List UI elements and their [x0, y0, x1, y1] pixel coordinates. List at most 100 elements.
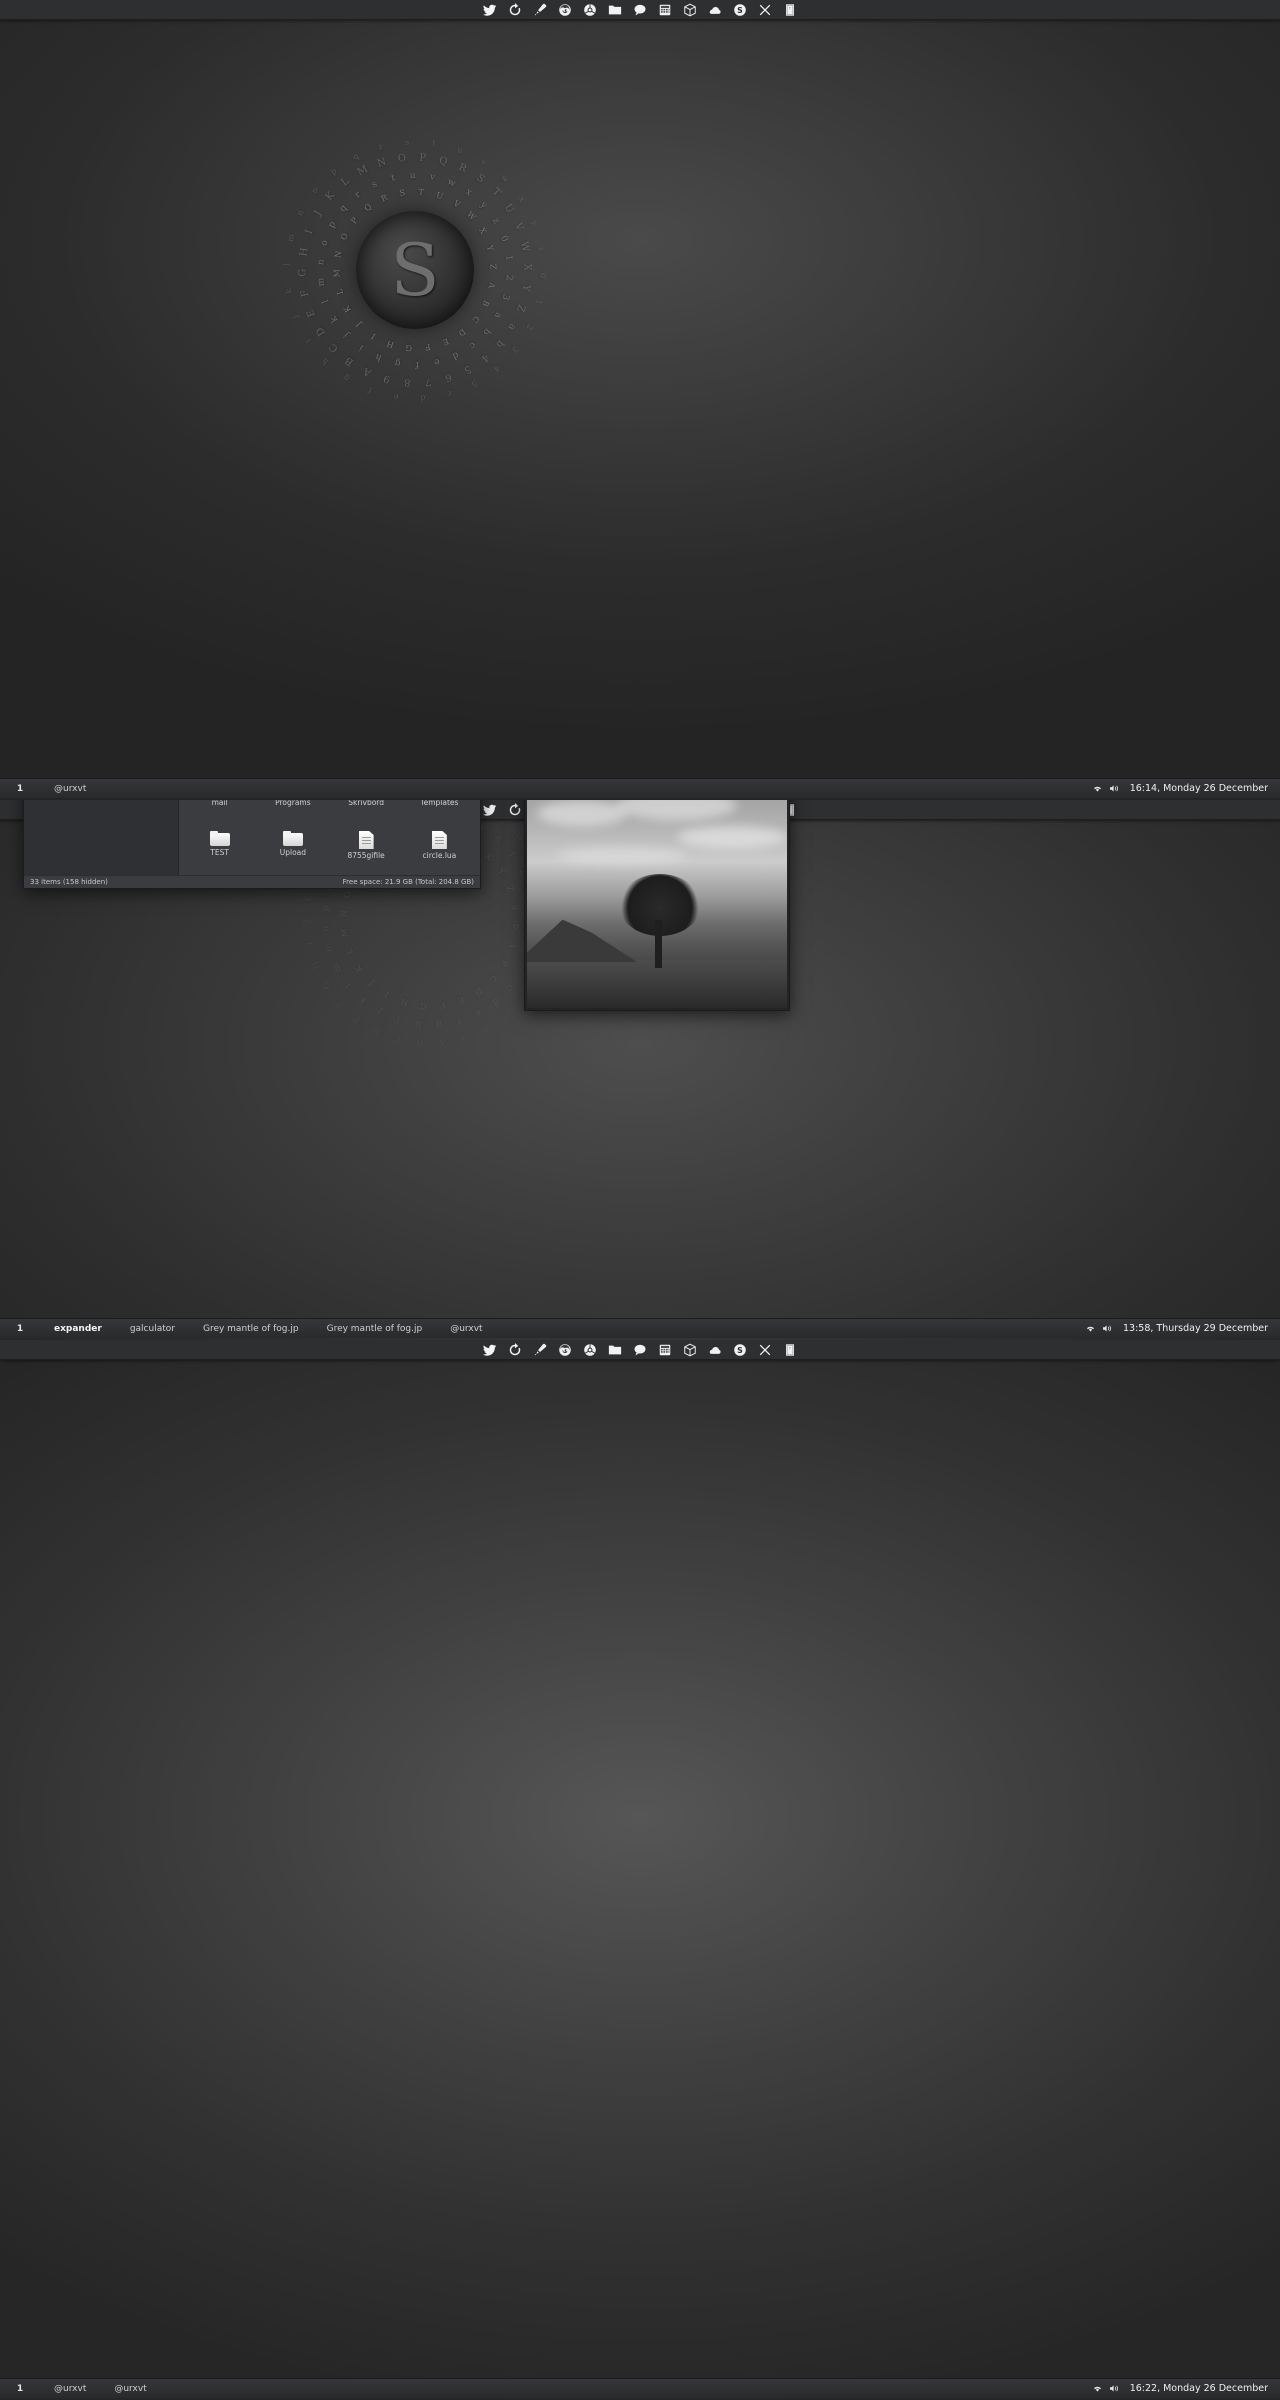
wallpaper-letter: 1	[502, 254, 514, 262]
taskbar-window-item[interactable]: Grey mantle of fog.jp	[313, 1324, 437, 1334]
taskbar-window-item[interactable]: galculator	[116, 1324, 189, 1334]
top-dock-1[interactable]: ST	[0, 0, 1280, 20]
brush-icon[interactable]	[533, 2, 548, 17]
refresh-arrow-icon[interactable]	[508, 1342, 523, 1357]
logo-letter: S	[390, 228, 440, 312]
wallpaper-letter: M	[355, 163, 370, 179]
wallpaper-letter: G	[419, 1001, 428, 1011]
wifi-icon[interactable]	[1092, 2384, 1103, 2393]
skype-icon[interactable]: S	[733, 1342, 748, 1357]
wallpaper-letter: O	[342, 890, 354, 900]
chat-bubble-icon[interactable]	[633, 1342, 648, 1357]
wallpaper-letter: V	[451, 198, 462, 210]
taskbar-2[interactable]: 1 expander galculator Grey mantle of fog.jp…	[0, 1318, 1280, 1338]
folder-item[interactable]: Upload	[256, 831, 329, 875]
folder-icon[interactable]	[608, 1342, 623, 1357]
taskbar-window-item[interactable]: @urxvt	[40, 2384, 100, 2394]
wallpaper-letter: 5	[461, 362, 473, 376]
wallpaper-letter: d	[489, 995, 501, 1007]
skype-icon[interactable]: S	[733, 2, 748, 17]
taskbar-window-item[interactable]: @urxvt	[100, 2384, 160, 2394]
wallpaper-letter: I	[303, 228, 316, 236]
taskbar-window-item[interactable]: Grey mantle of fog.jp	[189, 1324, 313, 1334]
places-sidebar[interactable]: Places ▼ expanderDesktopTrashApplication…	[24, 800, 179, 875]
folder-item[interactable]: TEST	[183, 831, 256, 875]
chrome-icon[interactable]	[583, 2, 598, 17]
refresh-arrow-icon[interactable]	[508, 802, 523, 817]
wallpaper-letter: A	[486, 281, 497, 290]
cloud-icon[interactable]	[708, 2, 723, 17]
volume-icon[interactable]	[1109, 2384, 1120, 2393]
folder-item[interactable]: Programs	[256, 800, 329, 831]
workspace-number[interactable]: 1	[0, 2384, 40, 2394]
system-tray[interactable]	[1092, 2384, 1130, 2393]
document-icon[interactable]: T	[783, 1342, 798, 1357]
refresh-arrow-icon[interactable]	[508, 2, 523, 17]
calculator-icon[interactable]	[658, 1342, 673, 1357]
file-label: Skrivbord	[348, 800, 385, 807]
wallpaper-letter: L	[344, 947, 356, 956]
wallpaper-letter: U	[434, 190, 445, 202]
file-grid[interactable]: cdromDesktopDownloadsDropboxGamesgtk-3.0…	[179, 800, 480, 875]
volume-icon[interactable]	[1102, 1324, 1113, 1333]
file-item[interactable]: circle.lua	[403, 831, 476, 875]
wallpaper-letter: x	[516, 194, 527, 204]
taskbar-window-item[interactable]: @urxvt	[436, 1324, 496, 1334]
cube-icon[interactable]	[683, 2, 698, 17]
file-item[interactable]: 8755gifile	[330, 831, 403, 875]
wallpaper-letter: S	[474, 172, 487, 186]
bird-icon[interactable]	[483, 802, 498, 817]
wallpaper-letter: p	[328, 166, 339, 177]
cube-icon[interactable]	[683, 1342, 698, 1357]
wallpaper-letter: Z	[488, 263, 498, 270]
bird-icon[interactable]	[483, 2, 498, 17]
file-label: Programs	[275, 800, 311, 807]
close-x-icon[interactable]	[758, 1342, 773, 1357]
workspace-number[interactable]: 1	[0, 784, 40, 794]
wallpaper-letter: 8	[403, 376, 411, 388]
workspace-number[interactable]: 1	[0, 1324, 40, 1334]
brush-icon[interactable]	[533, 1342, 548, 1357]
wallpaper-letter: k	[283, 288, 294, 295]
taskbar-window-item[interactable]: @urxvt	[40, 784, 100, 794]
taskbar-1[interactable]: 1 @urxvt 16:14, Monday 26 December	[0, 778, 1280, 798]
wallpaper-letter: b	[480, 325, 492, 337]
clock: 16:22, Monday 26 December	[1129, 2383, 1268, 2394]
folder-item[interactable]: mail	[183, 800, 256, 831]
cloud-icon[interactable]	[708, 1342, 723, 1357]
folder-icon[interactable]	[608, 2, 623, 17]
firefox-icon[interactable]	[558, 1342, 573, 1357]
calculator-icon[interactable]	[658, 2, 673, 17]
wallpaper-letter: N	[339, 909, 349, 918]
folder-item[interactable]: Skrivbord	[330, 800, 403, 831]
document-icon[interactable]: T	[783, 2, 798, 17]
wifi-icon[interactable]	[1085, 1324, 1096, 1333]
wallpaper-letter: A	[507, 941, 518, 950]
folder-item[interactable]: Templates	[403, 800, 476, 831]
wifi-icon[interactable]	[1092, 784, 1103, 793]
firefox-icon[interactable]	[558, 2, 573, 17]
taskbar-window-item[interactable]: expander	[40, 1324, 116, 1334]
wallpaper-letter: D	[371, 1023, 383, 1036]
wallpaper-letter: b	[511, 923, 521, 930]
taskbar-3[interactable]: 1 @urxvt @urxvt 16:22, Monday 26 December	[0, 2378, 1280, 2398]
wallpaper-letter: M	[332, 268, 342, 278]
chat-bubble-icon[interactable]	[633, 2, 648, 17]
system-tray[interactable]	[1092, 784, 1130, 793]
file-manager-window[interactable]: expander FileEditGoBookmarksViewToolsHel…	[23, 800, 481, 889]
close-x-icon[interactable]	[758, 2, 773, 17]
wallpaper-letter: L	[339, 175, 352, 189]
wallpaper-letter: 9	[382, 372, 392, 385]
volume-icon[interactable]	[1109, 784, 1120, 793]
top-dock-3[interactable]: ST	[0, 1340, 1280, 1360]
wallpaper-letter: 0	[498, 234, 510, 244]
wallpaper-letter: d	[420, 393, 426, 403]
chrome-icon[interactable]	[583, 1342, 598, 1357]
system-tray[interactable]	[1085, 1324, 1123, 1333]
image-viewer-window[interactable]: Grey mantle of fog.jpg [1 : 2] - Geeqie	[524, 800, 790, 1011]
bird-icon[interactable]	[483, 1342, 498, 1357]
wallpaper-letter: I	[305, 940, 316, 947]
file-manager-statusbar: 33 items (158 hidden) Free space: 21.9 G…	[24, 875, 480, 888]
wallpaper-letter: l	[282, 262, 292, 266]
wallpaper-letter: A	[438, 1036, 447, 1047]
